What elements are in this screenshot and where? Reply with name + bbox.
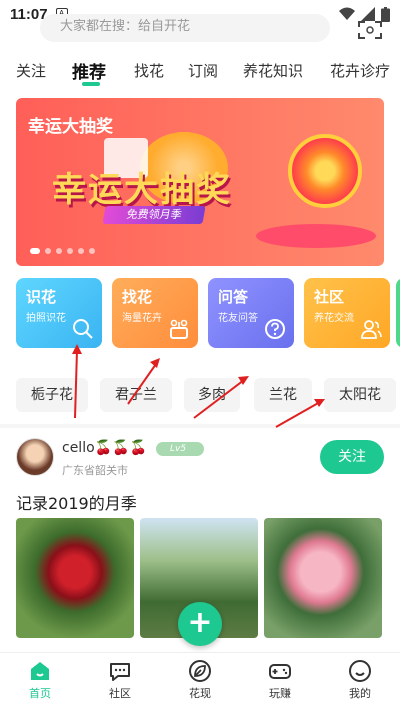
annotation-arrows: [72, 344, 325, 428]
arrow-to-find-icon: [127, 363, 157, 405]
arrowhead-community: [314, 399, 325, 407]
arrow-to-identify-icon: [74, 349, 78, 419]
arrow-to-qa-icon: [193, 379, 245, 419]
arrowhead-identify: [72, 344, 82, 354]
arrow-to-community-icon: [275, 401, 321, 428]
